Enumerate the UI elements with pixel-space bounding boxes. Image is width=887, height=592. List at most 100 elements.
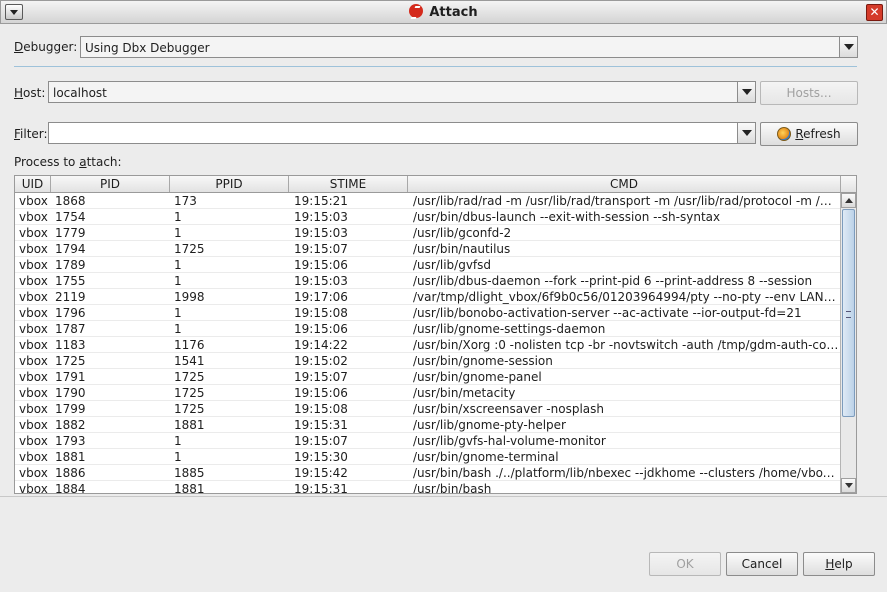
table-row[interactable]: vbox 1755 1 19:15:03/usr/lib/dbus-daemon --… [15, 273, 841, 289]
cell-ppid: 1 [174, 274, 182, 288]
cell-uid: vbox [19, 450, 48, 464]
cell-stime: 19:15:06 [294, 386, 348, 400]
cell-cmd: /usr/lib/gvfsd [413, 258, 492, 272]
cell-cmd: /usr/bin/dbus-launch --exit-with-session… [413, 210, 721, 224]
cell-pid: 1884 [55, 482, 86, 494]
table-row[interactable]: vbox 1796 1 19:15:08/usr/lib/bonobo-activat… [15, 305, 841, 321]
cell-cmd: /usr/lib/gconfd-2 [413, 226, 512, 240]
scroll-down-icon[interactable] [841, 478, 856, 493]
cell-stime: 19:15:07 [294, 370, 348, 384]
cell-cmd: /usr/lib/rad/rad -m /usr/lib/rad/transpo… [413, 194, 839, 208]
cell-uid: vbox [19, 418, 48, 432]
table-row[interactable]: vbox 1881 1 19:15:30/usr/bin/gnome-terminal [15, 449, 841, 465]
cell-uid: vbox [19, 194, 48, 208]
scrollbar-thumb[interactable] [842, 209, 855, 417]
cell-uid: vbox [19, 386, 48, 400]
ok-button[interactable]: OK [649, 552, 721, 576]
cancel-button[interactable]: Cancel [726, 552, 798, 576]
cell-cmd: /usr/bin/nautilus [413, 242, 511, 256]
chevron-down-icon[interactable] [737, 123, 755, 143]
table-row[interactable]: vbox 1793 1 19:15:07/usr/lib/gvfs-hal-volum… [15, 433, 841, 449]
table-row[interactable]: vbox 1754 1 19:15:03/usr/bin/dbus-launch --… [15, 209, 841, 225]
host-select[interactable]: localhost [48, 81, 756, 103]
cell-stime: 19:15:06 [294, 258, 348, 272]
cell-pid: 1183 [55, 338, 86, 352]
cell-uid: vbox [19, 258, 48, 272]
cell-ppid: 1725 [174, 242, 205, 256]
chevron-down-icon[interactable] [737, 82, 755, 102]
cell-stime: 19:15:03 [294, 210, 348, 224]
process-label: Process to attach: [14, 155, 122, 169]
cell-pid: 1787 [55, 322, 86, 336]
table-row[interactable]: vbox 1799 1725 19:15:08/usr/bin/xscreensave… [15, 401, 841, 417]
table-row[interactable]: vbox 1787 1 19:15:06/usr/lib/gnome-settings… [15, 321, 841, 337]
cell-cmd: /var/tmp/dlight_vbox/6f9b0c56/0120396499… [413, 290, 839, 304]
process-table[interactable]: UID PID PPID STIME CMD vbox 1868 173 19:15:… [14, 175, 857, 494]
cell-stime: 19:15:31 [294, 418, 348, 432]
cell-ppid: 1881 [174, 418, 205, 432]
cell-stime: 19:15:21 [294, 194, 348, 208]
table-row[interactable]: vbox 1791 1725 19:15:07/usr/bin/gnome-panel [15, 369, 841, 385]
cell-cmd: /usr/bin/gnome-session [413, 354, 553, 368]
cell-pid: 1789 [55, 258, 86, 272]
cell-pid: 1790 [55, 386, 86, 400]
table-row[interactable]: vbox 1868 173 19:15:21/usr/lib/rad/rad -m /… [15, 193, 841, 209]
cell-stime: 19:15:30 [294, 450, 348, 464]
cell-uid: vbox [19, 466, 48, 480]
cell-ppid: 1176 [174, 338, 205, 352]
vertical-scrollbar[interactable] [840, 193, 856, 493]
cell-cmd: /usr/lib/gnome-pty-helper [413, 418, 566, 432]
cell-stime: 19:15:07 [294, 434, 348, 448]
cell-stime: 19:15:03 [294, 274, 348, 288]
column-header-stime[interactable]: STIME [289, 176, 408, 192]
cell-pid: 1799 [55, 402, 86, 416]
refresh-icon [777, 127, 792, 141]
cell-uid: vbox [19, 322, 48, 336]
table-row[interactable]: vbox 1725 1541 19:15:02/usr/bin/gnome-sessi… [15, 353, 841, 369]
table-corner [840, 176, 856, 193]
cell-cmd: /usr/bin/bash [413, 482, 492, 494]
cell-pid: 1754 [55, 210, 86, 224]
cell-stime: 19:15:08 [294, 402, 348, 416]
host-label: Host: [14, 86, 46, 100]
chevron-down-icon[interactable] [839, 37, 857, 57]
help-button[interactable]: Help [803, 552, 875, 576]
debugger-label: Debugger: [14, 40, 78, 54]
cell-uid: vbox [19, 306, 48, 320]
cell-stime: 19:15:03 [294, 226, 348, 240]
hosts-button[interactable]: Hosts... [760, 81, 858, 105]
debugger-select-value: Using Dbx Debugger [85, 41, 210, 55]
cell-stime: 19:15:02 [294, 354, 348, 368]
cell-cmd: /usr/bin/bash ./../platform/lib/nbexec -… [413, 466, 839, 480]
cell-ppid: 1725 [174, 402, 205, 416]
cell-uid: vbox [19, 210, 48, 224]
column-header-ppid[interactable]: PPID [170, 176, 289, 192]
cell-ppid: 1881 [174, 482, 205, 494]
table-row[interactable]: vbox 1882 1881 19:15:31/usr/lib/gnome-pty-h… [15, 417, 841, 433]
refresh-button[interactable]: Refresh [760, 122, 858, 146]
cell-cmd: /usr/lib/gvfs-hal-volume-monitor [413, 434, 606, 448]
column-header-uid[interactable]: UID [15, 176, 51, 192]
close-icon[interactable]: ✕ [866, 4, 883, 21]
table-row[interactable]: vbox 1886 1885 19:15:42/usr/bin/bash ./../p… [15, 465, 841, 481]
title-bar: Attach ✕ [0, 0, 887, 24]
table-row[interactable]: vbox 1790 1725 19:15:06/usr/bin/metacity [15, 385, 841, 401]
filter-input[interactable] [48, 122, 756, 144]
cell-cmd: /usr/bin/gnome-panel [413, 370, 542, 384]
separator [14, 66, 857, 67]
table-row[interactable]: vbox 1779 1 19:15:03/usr/lib/gconfd-2 [15, 225, 841, 241]
table-row[interactable]: vbox 1789 1 19:15:06/usr/lib/gvfsd [15, 257, 841, 273]
scroll-up-icon[interactable] [841, 193, 856, 208]
table-row[interactable]: vbox 1794 1725 19:15:07/usr/bin/nautilus [15, 241, 841, 257]
table-row[interactable]: vbox 1884 1881 19:15:31/usr/bin/bash [15, 481, 841, 494]
cell-pid: 2119 [55, 290, 86, 304]
cell-ppid: 1541 [174, 354, 205, 368]
window-title: Attach [429, 5, 478, 20]
cell-cmd: /usr/lib/bonobo-activation-server --ac-a… [413, 306, 802, 320]
column-header-cmd[interactable]: CMD [408, 176, 841, 192]
table-row[interactable]: vbox 2119 1998 19:17:06/var/tmp/dlight_vbox… [15, 289, 841, 305]
table-row[interactable]: vbox 1183 1176 19:14:22/usr/bin/Xorg :0 -no… [15, 337, 841, 353]
debugger-select[interactable]: Using Dbx Debugger [80, 36, 858, 58]
cell-pid: 1755 [55, 274, 86, 288]
column-header-pid[interactable]: PID [51, 176, 170, 192]
